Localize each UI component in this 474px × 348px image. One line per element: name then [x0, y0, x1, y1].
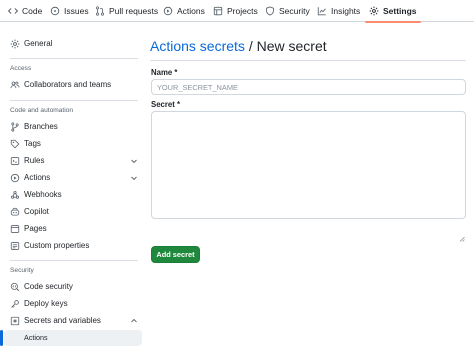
issue-icon	[50, 6, 60, 16]
main-content: Actions secrets / New secret Name * Secr…	[150, 22, 474, 348]
header-divider	[150, 60, 466, 61]
tag-icon	[10, 139, 20, 149]
page-title-text: New secret	[256, 38, 327, 54]
graph-icon	[317, 7, 326, 16]
key-icon	[11, 300, 19, 308]
tab-actions-label: Actions	[177, 6, 205, 16]
sidebar-item-pages[interactable]: Pages	[4, 221, 142, 237]
browser-icon	[10, 225, 20, 233]
pull-request-icon	[95, 6, 105, 16]
sidebar-item-collaborators[interactable]: Collaborators and teams	[4, 77, 142, 93]
sidebar-heading-security: Security	[10, 267, 34, 274]
chevron-down-icon[interactable]	[130, 174, 138, 182]
sidebar-item-label: Actions	[24, 173, 51, 182]
play-icon	[163, 6, 173, 16]
secret-name-input[interactable]	[151, 79, 466, 95]
shield-icon	[266, 6, 274, 16]
repo-nav: Code Issues Pull requests Actions Projec…	[0, 0, 474, 23]
sidebar-item-code-security[interactable]: Code security	[4, 279, 142, 295]
breadcrumb-separator: /	[248, 38, 253, 54]
tab-actions[interactable]: Actions	[163, 0, 205, 22]
resize-grip-icon[interactable]	[459, 236, 465, 242]
tab-code[interactable]: Code	[8, 0, 42, 22]
sidebar-item-copilot[interactable]: Copilot	[4, 204, 142, 220]
sidebar-item-secrets-and-variables[interactable]: Secrets and variables	[4, 313, 142, 329]
tab-projects[interactable]: Projects	[213, 0, 258, 22]
tab-issues-label: Issues	[64, 6, 89, 16]
sidebar-item-general[interactable]: General	[4, 36, 142, 52]
breadcrumb-actions-secrets-link[interactable]: Actions secrets	[150, 38, 245, 54]
tab-security[interactable]: Security	[265, 0, 310, 22]
tab-settings-label: Settings	[383, 6, 417, 16]
secret-label: Secret *	[151, 100, 181, 109]
sidebar-heading-access: Access	[10, 65, 32, 72]
settings-sidebar: General Access Collaborators and teams C…	[0, 22, 146, 348]
chevron-down-icon[interactable]	[130, 157, 138, 165]
add-secret-button[interactable]: Add secret	[151, 246, 200, 263]
table-icon	[213, 6, 223, 16]
tab-insights[interactable]: Insights	[317, 0, 360, 22]
sidebar-item-rules[interactable]: Rules	[4, 153, 142, 169]
page-title: Actions secrets / New secret	[150, 38, 327, 54]
sidebar-item-label: Custom properties	[24, 241, 90, 250]
sidebar-item-label: Pages	[24, 224, 47, 233]
sidebar-divider	[10, 58, 138, 59]
tab-pull-requests[interactable]: Pull requests	[95, 0, 158, 22]
tab-insights-label: Insights	[331, 6, 361, 16]
sidebar-divider	[10, 260, 138, 261]
tab-projects-label: Projects	[227, 6, 258, 16]
sidebar-item-custom-properties[interactable]: Custom properties	[4, 238, 142, 254]
codescan-icon	[10, 282, 20, 292]
sidebar-item-label: Webhooks	[24, 190, 62, 199]
name-label: Name *	[151, 68, 178, 77]
webhook-icon	[10, 190, 20, 199]
sidebar-item-label: Rules	[24, 156, 45, 165]
tab-security-label: Security	[279, 6, 310, 16]
sidebar-item-webhooks[interactable]: Webhooks	[4, 187, 142, 203]
tab-settings[interactable]: Settings	[365, 0, 421, 23]
sidebar-item-branches[interactable]: Branches	[4, 119, 142, 135]
active-indicator	[0, 330, 3, 346]
sidebar-item-label: Branches	[24, 122, 58, 131]
sidebar-item-label: Tags	[24, 139, 41, 148]
sidebar-item-label: Secrets and variables	[24, 316, 101, 325]
sidebar-item-tags[interactable]: Tags	[4, 136, 142, 152]
branch-icon	[11, 122, 19, 132]
gear-icon	[10, 39, 20, 49]
sidebar-item-deploy-keys[interactable]: Deploy keys	[4, 296, 142, 312]
sidebar-item-label: Actions	[24, 333, 48, 342]
sidebar-divider	[10, 100, 138, 101]
tab-issues[interactable]: Issues	[50, 0, 89, 22]
note-icon	[10, 242, 20, 250]
tab-code-label: Code	[22, 6, 43, 16]
sidebar-item-secrets-actions[interactable]: Actions	[4, 330, 142, 346]
people-icon	[10, 81, 20, 89]
sidebar-item-actions[interactable]: Actions	[4, 170, 142, 186]
rules-icon	[10, 157, 20, 165]
sidebar-item-label: Code security	[24, 282, 73, 291]
code-icon	[8, 8, 18, 14]
copilot-icon	[10, 207, 20, 216]
sidebar-item-label: Copilot	[24, 207, 49, 216]
gear-icon	[369, 6, 379, 16]
asterisk-icon	[10, 316, 20, 326]
tab-pull-requests-label: Pull requests	[109, 6, 159, 16]
secret-value-textarea[interactable]	[151, 111, 466, 219]
chevron-up-icon[interactable]	[130, 317, 138, 325]
sidebar-item-label: General	[24, 39, 53, 48]
sidebar-item-label: Collaborators and teams	[24, 80, 112, 89]
sidebar-item-label: Deploy keys	[24, 299, 68, 308]
sidebar-heading-code-automation: Code and automation	[10, 107, 74, 114]
play-icon	[10, 173, 20, 183]
